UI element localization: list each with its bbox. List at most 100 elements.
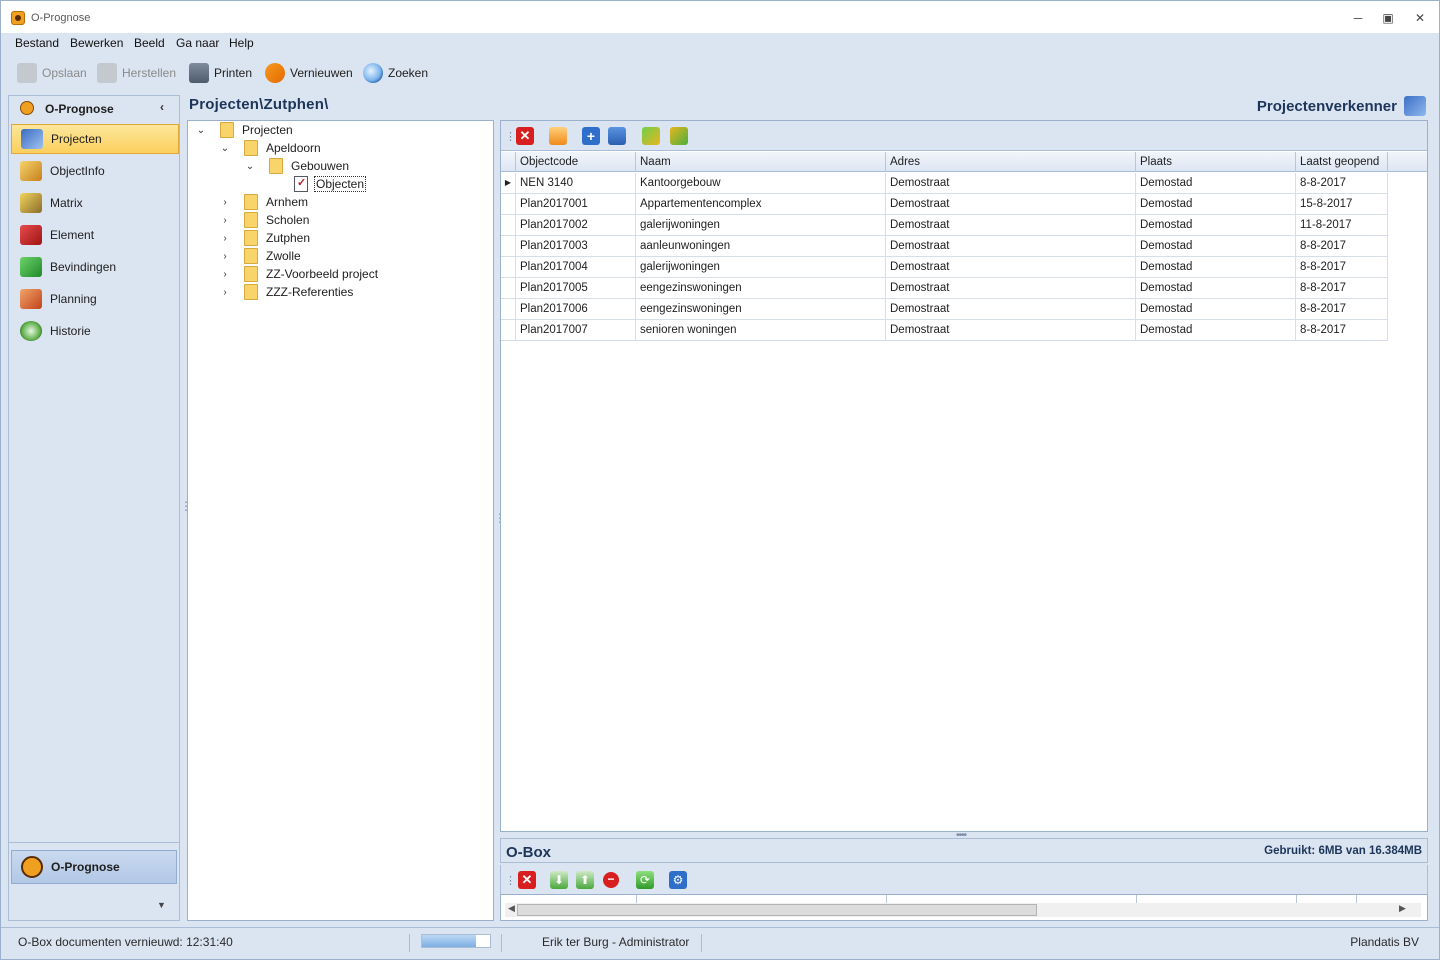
cell-laatst-geopend[interactable]: 8-8-2017 — [1296, 299, 1388, 320]
delete-icon[interactable]: ✕ — [518, 871, 536, 889]
menu-bestand[interactable]: Bestand — [15, 36, 59, 50]
cell-laatst-geopend[interactable]: 11-8-2017 — [1296, 215, 1388, 236]
cell-naam[interactable]: galerijwoningen — [636, 215, 886, 236]
cell-objectcode[interactable]: Plan2017003 — [516, 236, 636, 257]
cell-objectcode[interactable]: Plan2017001 — [516, 194, 636, 215]
cell-laatst-geopend[interactable]: 8-8-2017 — [1296, 278, 1388, 299]
settings-icon[interactable]: ⚙ — [669, 871, 687, 889]
column-header-naam[interactable]: Naam — [636, 152, 886, 172]
download-icon[interactable]: ⬇ — [550, 871, 568, 889]
cell-objectcode[interactable]: Plan2017006 — [516, 299, 636, 320]
cell-adres[interactable]: Demostraat — [886, 194, 1136, 215]
import-icon[interactable] — [642, 127, 660, 145]
menu-bewerken[interactable]: Bewerken — [70, 36, 123, 50]
expand-chevron-icon[interactable]: › — [218, 215, 232, 226]
horizontal-scrollbar[interactable]: ◀ ▶ — [505, 903, 1421, 917]
cell-objectcode[interactable]: Plan2017004 — [516, 257, 636, 278]
sync-icon[interactable]: ⟳ — [636, 871, 654, 889]
cell-adres[interactable]: Demostraat — [886, 215, 1136, 236]
expand-chevron-icon[interactable]: › — [218, 197, 232, 208]
restore-button[interactable]: Herstellen — [97, 61, 176, 85]
column-header-objectcode[interactable]: Objectcode — [516, 152, 636, 172]
nav-bottom-o-prognose-button[interactable]: O-Prognose — [11, 850, 177, 884]
remove-icon[interactable]: − — [603, 872, 619, 888]
cell-plaats[interactable]: Demostad — [1136, 173, 1296, 194]
cell-laatst-geopend[interactable]: 15-8-2017 — [1296, 194, 1388, 215]
cell-plaats[interactable]: Demostad — [1136, 320, 1296, 341]
nav-item-objectinfo[interactable]: ObjectInfo — [11, 156, 179, 186]
menu-beeld[interactable]: Beeld — [134, 36, 165, 50]
column-header-laatst-geopend[interactable]: Laatst geopend — [1296, 152, 1388, 172]
cell-adres[interactable]: Demostraat — [886, 236, 1136, 257]
cell-laatst-geopend[interactable]: 8-8-2017 — [1296, 320, 1388, 341]
scrollbar-thumb[interactable] — [517, 904, 1037, 916]
expand-chevron-icon[interactable]: › — [218, 251, 232, 262]
nav-item-element[interactable]: Element — [11, 220, 179, 250]
toolbar-grip-icon[interactable]: ⋮ — [505, 130, 516, 143]
collapse-chevron-icon[interactable]: ⌄ — [218, 143, 232, 154]
expand-chevron-icon[interactable]: › — [218, 233, 232, 244]
cell-adres[interactable]: Demostraat — [886, 320, 1136, 341]
nav-item-matrix[interactable]: Matrix — [11, 188, 179, 218]
cell-laatst-geopend[interactable]: 8-8-2017 — [1296, 173, 1388, 194]
scroll-right-icon[interactable]: ▶ — [1399, 903, 1406, 914]
nav-item-historie[interactable]: Historie — [11, 316, 179, 346]
nav-more-chevron-icon[interactable]: ▼ — [157, 900, 166, 910]
tree-node-projecten[interactable]: ⌄ Projecten — [194, 121, 293, 139]
close-button[interactable]: ✕ — [1407, 9, 1433, 27]
cell-objectcode[interactable]: Plan2017005 — [516, 278, 636, 299]
scroll-left-icon[interactable]: ◀ — [508, 903, 515, 914]
tree-node-zz-voorbeeld[interactable]: › ZZ-Voorbeeld project — [218, 265, 378, 283]
collapse-chevron-icon[interactable]: ⌄ — [194, 125, 208, 136]
upload-icon[interactable]: ⬆ — [576, 871, 594, 889]
tree-node-zwolle[interactable]: › Zwolle — [218, 247, 301, 265]
menu-ga-naar[interactable]: Ga naar — [176, 36, 219, 50]
add-icon[interactable]: + — [582, 127, 600, 145]
tree-node-zutphen[interactable]: › Zutphen — [218, 229, 310, 247]
tree-node-scholen[interactable]: › Scholen — [218, 211, 309, 229]
maximize-button[interactable]: ▣ — [1375, 9, 1401, 27]
tree-node-arnhem[interactable]: › Arnhem — [218, 193, 308, 211]
cell-adres[interactable]: Demostraat — [886, 257, 1136, 278]
copy-icon[interactable] — [608, 127, 626, 145]
cell-objectcode[interactable]: NEN 3140 — [516, 173, 636, 194]
minimize-button[interactable]: ─ — [1345, 9, 1371, 27]
menu-help[interactable]: Help — [229, 36, 254, 50]
delete-icon[interactable]: ✕ — [516, 127, 534, 145]
tree-splitter[interactable] — [494, 511, 498, 525]
cell-naam[interactable]: Appartementencomplex — [636, 194, 886, 215]
tree-node-gebouwen[interactable]: ⌄ Gebouwen — [243, 157, 349, 175]
expand-chevron-icon[interactable]: › — [218, 269, 232, 280]
cell-plaats[interactable]: Demostad — [1136, 236, 1296, 257]
cell-naam[interactable]: eengezinswoningen — [636, 299, 886, 320]
print-button[interactable]: Printen — [189, 61, 252, 85]
cell-adres[interactable]: Demostraat — [886, 173, 1136, 194]
nav-item-bevindingen[interactable]: Bevindingen — [11, 252, 179, 282]
cell-laatst-geopend[interactable]: 8-8-2017 — [1296, 236, 1388, 257]
tree-node-objecten[interactable]: Objecten — [294, 175, 367, 193]
cell-adres[interactable]: Demostraat — [886, 299, 1136, 320]
cell-objectcode[interactable]: Plan2017002 — [516, 215, 636, 236]
tree-node-apeldoorn[interactable]: ⌄ Apeldoorn — [218, 139, 321, 157]
cell-naam[interactable]: galerijwoningen — [636, 257, 886, 278]
cell-plaats[interactable]: Demostad — [1136, 278, 1296, 299]
cell-adres[interactable]: Demostraat — [886, 278, 1136, 299]
cell-plaats[interactable]: Demostad — [1136, 194, 1296, 215]
collapse-pane-button[interactable]: ‹ — [160, 100, 164, 114]
nav-item-projecten[interactable]: Projecten — [11, 124, 179, 154]
search-button[interactable]: Zoeken — [363, 61, 428, 85]
toolbar-grip-icon[interactable]: ⋮ — [505, 874, 516, 887]
export-icon[interactable] — [670, 127, 688, 145]
cell-naam[interactable]: aanleunwoningen — [636, 236, 886, 257]
collapse-chevron-icon[interactable]: ⌄ — [243, 161, 257, 172]
cell-laatst-geopend[interactable]: 8-8-2017 — [1296, 257, 1388, 278]
refresh-button[interactable]: Vernieuwen — [265, 61, 353, 85]
cell-naam[interactable]: senioren woningen — [636, 320, 886, 341]
cell-objectcode[interactable]: Plan2017007 — [516, 320, 636, 341]
cell-plaats[interactable]: Demostad — [1136, 215, 1296, 236]
cell-naam[interactable]: Kantoorgebouw — [636, 173, 886, 194]
cell-plaats[interactable]: Demostad — [1136, 257, 1296, 278]
properties-icon[interactable] — [549, 127, 567, 145]
expand-chevron-icon[interactable]: › — [218, 287, 232, 298]
cell-plaats[interactable]: Demostad — [1136, 299, 1296, 320]
